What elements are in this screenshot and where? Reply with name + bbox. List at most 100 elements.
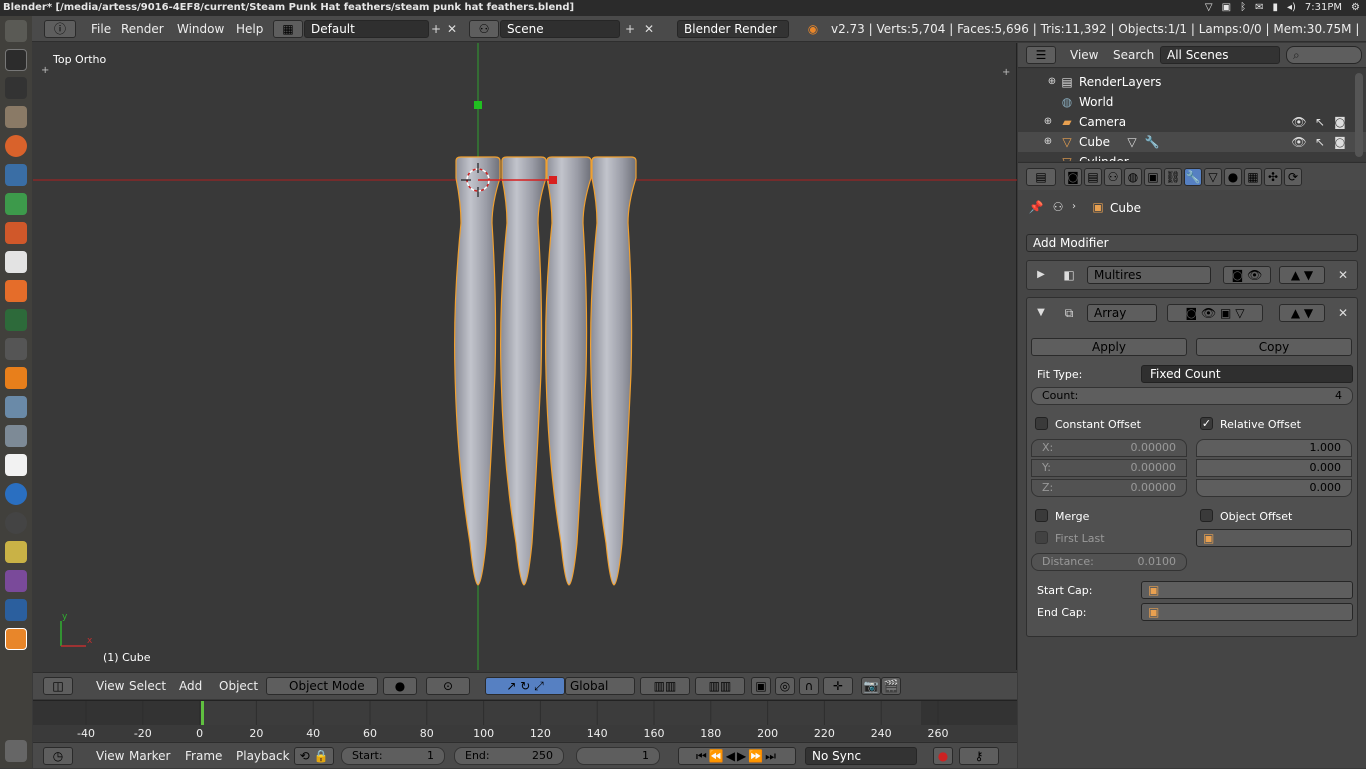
render-layers-tab-icon[interactable]: ▤ — [1084, 168, 1102, 186]
material-tab-icon[interactable]: ● — [1224, 168, 1242, 186]
y-manipulator-handle[interactable] — [474, 101, 482, 109]
apply-button[interactable]: Apply — [1031, 338, 1187, 356]
array-remove-icon[interactable]: ✕ — [1335, 305, 1351, 321]
array-display-toggles[interactable]: ◙ 👁 ▣ ▽ — [1167, 304, 1263, 322]
collapse-arrow-icon[interactable]: ▼ — [1033, 305, 1049, 321]
render-tab-icon[interactable]: ◙ — [1064, 168, 1082, 186]
render-still-icon[interactable]: 📷 — [861, 677, 881, 695]
screen-layout-icon[interactable]: ▦ — [273, 20, 303, 38]
outliner-tree[interactable]: ⊕ ▤ RenderLayers ◍ World ⊕ ▰ Camera 👁 ↖ … — [1018, 69, 1366, 161]
video-editor-icon[interactable] — [5, 570, 27, 592]
scene-icon[interactable]: ⚇ — [469, 20, 499, 38]
menu-select[interactable]: Select — [129, 673, 166, 699]
first-last-checkbox[interactable] — [1035, 531, 1048, 544]
terminal-icon[interactable] — [5, 49, 27, 71]
auto-keying-record-icon[interactable]: ● — [933, 747, 953, 765]
object-offset-checkbox[interactable] — [1200, 509, 1213, 522]
usb-icon[interactable] — [5, 338, 27, 360]
impress-icon[interactable] — [5, 222, 27, 244]
menu-help[interactable]: Help — [236, 16, 263, 42]
snap-toggle-icon[interactable]: ∩ — [799, 677, 819, 695]
expand-icon[interactable]: ⊕ — [1040, 114, 1056, 130]
network-icon[interactable]: ▽ — [1205, 0, 1213, 16]
sync-mode-dropdown[interactable]: No Sync — [805, 747, 917, 765]
object-offset-field[interactable]: ▣ — [1196, 529, 1352, 547]
viewport-shading-icon[interactable]: ● — [383, 677, 417, 695]
editor-type-info-icon[interactable]: ⓘ — [44, 20, 76, 38]
gmail-icon[interactable] — [5, 454, 27, 476]
constant-y-field[interactable]: Y: 0.00000 — [1031, 459, 1187, 477]
renderable-camera-icon[interactable]: ◙ — [1332, 114, 1348, 130]
snap-element-icon[interactable]: ✛ — [823, 677, 853, 695]
copy-button[interactable]: Copy — [1196, 338, 1352, 356]
multires-render-toggles[interactable]: ◙ 👁 — [1223, 266, 1271, 284]
media-player-icon[interactable] — [5, 483, 27, 505]
world-tab-icon[interactable]: ◍ — [1124, 168, 1142, 186]
properties-toggle-icon[interactable]: + — [1002, 67, 1010, 78]
texture-tab-icon[interactable]: ▦ — [1244, 168, 1262, 186]
count-field[interactable]: Count: 4 — [1031, 387, 1353, 405]
current-frame-field[interactable]: 1 — [576, 747, 660, 765]
layers-block-1[interactable]: ▥▥ — [640, 677, 690, 695]
3d-viewport[interactable]: y x + + — [33, 43, 1017, 670]
software-center-icon[interactable] — [5, 280, 27, 302]
renderable-camera-icon[interactable]: ◙ — [1332, 134, 1348, 150]
transform-orientation-dropdown[interactable]: Global — [565, 677, 635, 695]
multires-name-field[interactable]: Multires — [1087, 266, 1211, 284]
particles-tab-icon[interactable]: ✣ — [1264, 168, 1282, 186]
screen-layout-field[interactable]: Default — [304, 20, 429, 38]
layers-block-2[interactable]: ▥▥ — [695, 677, 745, 695]
firefox-icon[interactable] — [5, 135, 27, 157]
app-icon[interactable] — [5, 599, 27, 621]
dash-home-icon[interactable] — [5, 20, 27, 42]
distance-field[interactable]: Distance: 0.0100 — [1031, 553, 1187, 571]
outliner-row-cube[interactable]: ⊕ ▽ Cube ▽ 🔧 👁 ↖ ◙ — [1018, 132, 1366, 152]
outliner-menu-search[interactable]: Search — [1113, 43, 1154, 68]
toolshelf-toggle-icon[interactable]: + — [41, 65, 49, 76]
relative-z-field[interactable]: 0.000 — [1196, 479, 1352, 497]
clock[interactable]: 7:31PM — [1305, 0, 1342, 16]
menu-frame[interactable]: Frame — [185, 743, 222, 769]
game-icon[interactable] — [5, 541, 27, 563]
editor-type-timeline-icon[interactable]: ◷ — [43, 747, 73, 765]
headphones-icon[interactable] — [5, 309, 27, 331]
constant-z-field[interactable]: Z: 0.00000 — [1031, 479, 1187, 497]
editor-type-3d-icon[interactable]: ◫ — [43, 677, 73, 695]
gimp-icon[interactable] — [5, 425, 27, 447]
disk-icon[interactable] — [5, 396, 27, 418]
mode-dropdown[interactable]: Object Mode — [266, 677, 378, 695]
relative-offset-checkbox[interactable]: ✓ — [1200, 417, 1213, 430]
add-scene-icon[interactable]: + — [622, 21, 638, 37]
outliner-scrollbar[interactable] — [1355, 73, 1363, 157]
constant-offset-checkbox[interactable] — [1035, 417, 1048, 430]
multires-move-buttons[interactable]: ▲ ▼ — [1279, 266, 1325, 284]
array-name-field[interactable]: Array — [1087, 304, 1157, 322]
data-tab-icon[interactable]: ▽ — [1204, 168, 1222, 186]
bluetooth-icon[interactable]: ᛒ — [1240, 0, 1246, 16]
menu-marker[interactable]: Marker — [129, 743, 170, 769]
timeline-area[interactable]: -40 -20 0 20 40 60 80 100 120 140 160 180 200 220 240 2… — [33, 700, 1017, 742]
battery-icon[interactable]: ▮ — [1272, 0, 1278, 16]
x-manipulator-handle[interactable] — [549, 176, 557, 184]
writer-icon[interactable] — [5, 164, 27, 186]
system-monitor-icon[interactable] — [5, 77, 27, 99]
add-screen-icon[interactable]: + — [428, 21, 444, 37]
modifiers-tab-icon[interactable]: 🔧 — [1184, 168, 1202, 186]
outliner-search-input[interactable]: ⌕ — [1286, 46, 1362, 64]
manipulator-toggle-icon[interactable]: ↗ ↻ ⤢ — [485, 677, 565, 695]
outliner-row-camera[interactable]: ⊕ ▰ Camera 👁 ↖ ◙ — [1018, 112, 1366, 132]
physics-tab-icon[interactable]: ⟳ — [1284, 168, 1302, 186]
keyboard-layout-icon[interactable]: ▣ — [1222, 0, 1231, 16]
feather-mesh[interactable] — [454, 156, 637, 586]
render-animation-icon[interactable]: 🎬 — [881, 677, 901, 695]
constraints-tab-icon[interactable]: ⛓ — [1164, 168, 1182, 186]
selectable-arrow-icon[interactable]: ↖ — [1312, 114, 1328, 130]
trash-icon[interactable] — [5, 740, 27, 762]
pin-icon[interactable]: 📌 — [1028, 199, 1044, 215]
files-icon[interactable] — [5, 106, 27, 128]
inkscape-icon[interactable] — [5, 251, 27, 273]
mail-icon[interactable]: ✉ — [1255, 0, 1263, 16]
menu-window[interactable]: Window — [177, 16, 224, 42]
expand-arrow-icon[interactable]: ▶ — [1033, 267, 1049, 283]
visibility-eye-icon[interactable]: 👁 — [1291, 134, 1307, 150]
